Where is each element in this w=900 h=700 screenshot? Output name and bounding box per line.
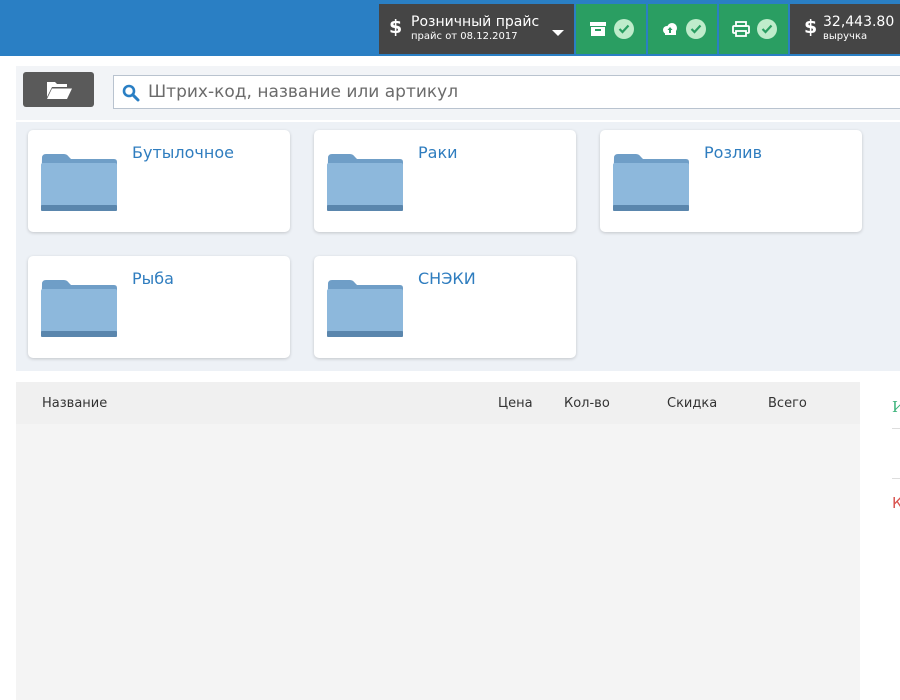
order-summary-panel: И К [860, 382, 900, 700]
open-folder-button[interactable] [23, 72, 94, 107]
printer-icon [732, 21, 750, 37]
revenue-currency-symbol: $ [804, 16, 818, 38]
column-header-total: Всего [768, 396, 807, 411]
revenue-amount: 32,443.80 р [823, 14, 900, 30]
archive-status-button[interactable] [576, 4, 646, 54]
column-header-quantity: Кол-во [564, 396, 610, 411]
category-card[interactable]: СНЭКИ [314, 256, 576, 358]
category-card[interactable]: Розлив [600, 130, 862, 232]
category-label: Бутылочное [132, 143, 234, 162]
table-header: Название Цена Кол-во Скидка Всего [16, 382, 860, 424]
price-currency-symbol: $ [389, 16, 403, 38]
folder-icon [41, 280, 117, 337]
folder-icon [613, 154, 689, 211]
divider [892, 428, 900, 429]
top-bar: $ Розничный прайс прайс от 08.12.2017 $ … [0, 0, 900, 56]
price-list-subtitle: прайс от 08.12.2017 [411, 31, 518, 42]
search-field[interactable] [113, 75, 900, 109]
folder-icon [327, 280, 403, 337]
revenue-label: выручка [823, 31, 868, 42]
column-header-name: Название [42, 396, 108, 411]
folder-open-icon [47, 82, 72, 99]
price-list-selector[interactable]: $ Розничный прайс прайс от 08.12.2017 [379, 4, 574, 54]
check-icon [686, 19, 706, 39]
category-label: Раки [418, 143, 458, 162]
summary-total-label: И [892, 398, 900, 416]
clear-order-button[interactable]: К [892, 494, 900, 512]
search-bar [16, 66, 900, 120]
category-card[interactable]: Рыба [28, 256, 290, 358]
caret-down-icon [552, 30, 564, 36]
folder-icon [41, 154, 117, 211]
cloud-upload-icon [663, 23, 677, 35]
category-panel: Бутылочное Раки Розлив Рыба СНЭКИ [16, 122, 900, 371]
check-icon [757, 19, 777, 39]
price-list-title: Розничный прайс [411, 14, 540, 30]
column-header-price: Цена [498, 396, 533, 411]
cloud-sync-status-button[interactable] [648, 4, 717, 54]
check-icon [614, 19, 634, 39]
search-input[interactable] [148, 79, 888, 105]
divider [892, 478, 900, 479]
revenue-display[interactable]: $ 32,443.80 р выручка [790, 4, 900, 54]
printer-status-button[interactable] [719, 4, 788, 54]
category-card[interactable]: Бутылочное [28, 130, 290, 232]
category-label: Рыба [132, 269, 174, 288]
category-card[interactable]: Раки [314, 130, 576, 232]
category-label: Розлив [704, 143, 762, 162]
archive-icon [590, 22, 606, 36]
category-label: СНЭКИ [418, 269, 476, 288]
order-table: Название Цена Кол-во Скидка Всего [16, 382, 860, 700]
search-icon [122, 84, 140, 102]
folder-icon [327, 154, 403, 211]
column-header-discount: Скидка [667, 396, 718, 411]
